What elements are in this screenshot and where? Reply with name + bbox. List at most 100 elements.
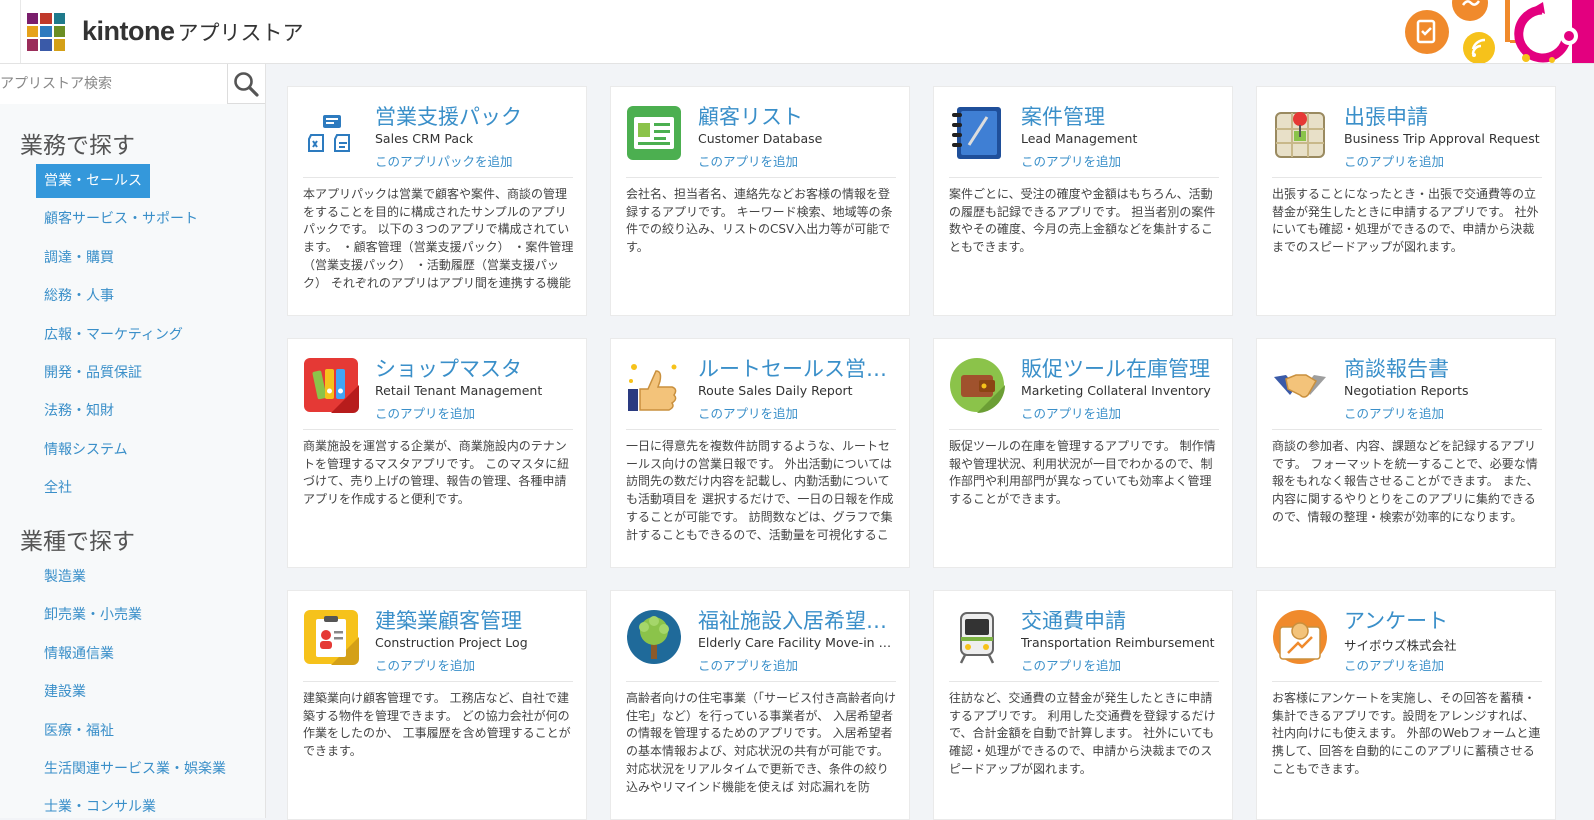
business-item[interactable]: 開発・品質保証	[36, 356, 150, 390]
industry-item[interactable]: 医療・福祉	[36, 714, 122, 748]
add-app-link[interactable]: このアプリを追加	[375, 403, 475, 422]
binders-icon[interactable]	[303, 357, 359, 413]
card-description: 販促ツールの在庫を管理するアプリです。 制作情報や管理状況、利用状況が一目でわか…	[949, 439, 1216, 507]
logo-square	[40, 12, 52, 24]
logo-square	[27, 12, 39, 24]
search-button[interactable]	[232, 70, 260, 98]
app-card[interactable]: 交通費申請 Transportation Reimbursement このアプリを追…	[933, 590, 1233, 820]
card-title[interactable]: 出張申請	[1344, 101, 1544, 131]
app-card[interactable]: 商談報告書 Negotiation Reports このアプリを追加 商談の参加者、内…	[1256, 338, 1556, 568]
add-app-link[interactable]: このアプリを追加	[1344, 655, 1444, 674]
app-card[interactable]: 福祉施設入居希望者管理Elderly Care Facility Move-in…	[610, 590, 910, 820]
card-subtitle: Customer Database	[698, 131, 823, 146]
app-card[interactable]: 出張申請 Business Trip Approval Request このアプリを…	[1256, 86, 1556, 316]
logo-square	[53, 12, 65, 24]
logo-link[interactable]: kintone アプリストア	[20, 0, 304, 63]
industry-item[interactable]: 建設業	[36, 675, 94, 709]
add-app-link[interactable]: このアプリを追加	[1344, 403, 1444, 422]
card-divider	[303, 429, 573, 430]
card-description: 案件ごとに、受注の確度や金額はもちろん、活動の履歴も記録できるアプリです。 担当…	[949, 187, 1216, 255]
card-divider	[303, 681, 573, 682]
app-card[interactable]: 建築業顧客管理 Construction Project Log このアプリを追加建…	[287, 590, 587, 820]
card-description: 会社名、担当者名、連絡先などお客様の情報を登録するアプリです。 キーワード検索、…	[626, 187, 893, 255]
add-app-link[interactable]: このアプリを追加	[1021, 655, 1121, 674]
wallet-icon[interactable]	[949, 357, 1005, 413]
sidebar: 業務で探す 営業・セールス顧客サービス・サポート調達・購買総務・人事広報・マーケ…	[0, 64, 266, 818]
card-description: 一日に得意先を複数件訪問するような、ルートセールス向けの営業日報です。 外出活動…	[626, 439, 894, 542]
add-app-link[interactable]: このアプリを追加	[698, 655, 798, 674]
card-description: 高齢者向けの住宅事業（「サービス付き高齢者向け住宅」など）を行っている事業者が、…	[626, 691, 897, 794]
card-title[interactable]: 営業支援パック	[375, 101, 575, 131]
handshake-icon[interactable]	[1272, 357, 1328, 413]
add-app-link[interactable]: このアプリを追加	[698, 151, 798, 170]
tree-icon[interactable]	[626, 609, 682, 665]
address-card-icon[interactable]	[626, 105, 682, 161]
business-item[interactable]: 法務・知財	[36, 394, 122, 428]
app-card[interactable]: 案件管理 Lead Management このアプリを追加 案件ごとに、受注の確度や金…	[933, 86, 1233, 316]
business-item[interactable]: 調達・購買	[36, 241, 122, 275]
business-item[interactable]: 総務・人事	[36, 279, 122, 313]
logo-square	[53, 39, 65, 51]
card-title[interactable]: 福祉施設入居希望者管理	[698, 605, 898, 635]
add-app-link[interactable]: このアプリを追加	[698, 403, 798, 422]
card-divider	[1272, 681, 1542, 682]
card-title[interactable]: 販促ツール在庫管理	[1021, 353, 1221, 383]
industry-item[interactable]: 卸売業・小売業	[36, 598, 150, 632]
app-card[interactable]: アンケート サイボウズ株式会社 このアプリを追加 お客様にアンケートを実施し、その回答…	[1256, 590, 1556, 820]
decorative-illustration-icon	[1405, 0, 1594, 63]
card-title[interactable]: 交通費申請	[1021, 605, 1221, 635]
card-subtitle: Marketing Collateral Inventory	[1021, 383, 1211, 398]
card-title[interactable]: アンケート	[1344, 605, 1544, 635]
card-divider	[303, 177, 573, 178]
search-bar	[0, 64, 265, 104]
app-card[interactable]: 営業支援パック Sales CRM Pack このアプリパックを追加 本アプリパックは…	[287, 86, 587, 316]
card-divider	[626, 177, 896, 178]
app-card[interactable]: ショップマスタ Retail Tenant Management このアプリを追加商…	[287, 338, 587, 568]
industry-item[interactable]: 製造業	[36, 560, 94, 594]
app-pack-icon[interactable]	[303, 105, 359, 161]
business-item[interactable]: 営業・セールス	[36, 164, 150, 198]
search-input[interactable]	[0, 64, 228, 104]
brand-sub-text: アプリストア	[177, 21, 304, 45]
notebook-icon[interactable]	[949, 105, 1005, 161]
logo-square	[40, 39, 52, 51]
app-card[interactable]: 販促ツール在庫管理 Marketing Collateral Inventory こ…	[933, 338, 1233, 568]
card-subtitle: Route Sales Daily Report	[698, 383, 853, 398]
card-title[interactable]: 建築業顧客管理	[375, 605, 575, 635]
top-header: kintone アプリストア	[0, 0, 1594, 64]
add-app-link[interactable]: このアプリを追加	[1021, 403, 1121, 422]
brand-main-text: kintone	[82, 16, 175, 46]
map-pin-icon[interactable]	[1272, 105, 1328, 161]
business-item[interactable]: 広報・マーケティング	[36, 318, 191, 352]
card-title[interactable]: 顧客リスト	[698, 101, 898, 131]
card-title[interactable]: ルートセールス営業日報	[698, 353, 898, 383]
add-app-link[interactable]: このアプリを追加	[1344, 151, 1444, 170]
card-title[interactable]: 案件管理	[1021, 101, 1221, 131]
card-subtitle: Construction Project Log	[375, 635, 528, 650]
clipboard-user-icon[interactable]	[303, 609, 359, 665]
add-app-link[interactable]: このアプリパックを追加	[375, 151, 513, 170]
card-title[interactable]: ショップマスタ	[375, 353, 575, 383]
card-description: 建築業向け顧客管理です。 工務店など、自社で建築する物件を管理できます。 どの協…	[303, 691, 571, 759]
industry-item[interactable]: 情報通信業	[36, 637, 122, 671]
section-title-business: 業務で探す	[20, 133, 135, 159]
card-title[interactable]: 商談報告書	[1344, 353, 1544, 383]
business-item[interactable]: 全社	[36, 471, 80, 505]
add-app-link[interactable]: このアプリを追加	[375, 655, 475, 674]
thumbs-up-icon[interactable]	[626, 357, 682, 413]
logo-square	[27, 39, 39, 51]
business-item[interactable]: 顧客サービス・サポート	[36, 202, 206, 236]
survey-icon[interactable]	[1272, 609, 1328, 665]
header-decoration	[1394, 0, 1594, 63]
app-card[interactable]: ルートセールス営業日報Route Sales Daily Report このアプリ…	[610, 338, 910, 568]
card-subtitle: Retail Tenant Management	[375, 383, 543, 398]
section-title-industry: 業種で探す	[20, 529, 135, 555]
card-divider	[949, 429, 1219, 430]
industry-item[interactable]: 生活関連サービス業・娯楽業	[36, 752, 234, 786]
app-card[interactable]: 顧客リスト Customer Database このアプリを追加会社名、担当者名、連…	[610, 86, 910, 316]
train-icon[interactable]	[949, 609, 1005, 665]
card-subtitle: Elderly Care Facility Move-in Candidates	[698, 635, 898, 650]
business-item[interactable]: 情報システム	[36, 433, 136, 467]
add-app-link[interactable]: このアプリを追加	[1021, 151, 1121, 170]
industry-item[interactable]: 士業・コンサル業	[36, 790, 164, 818]
